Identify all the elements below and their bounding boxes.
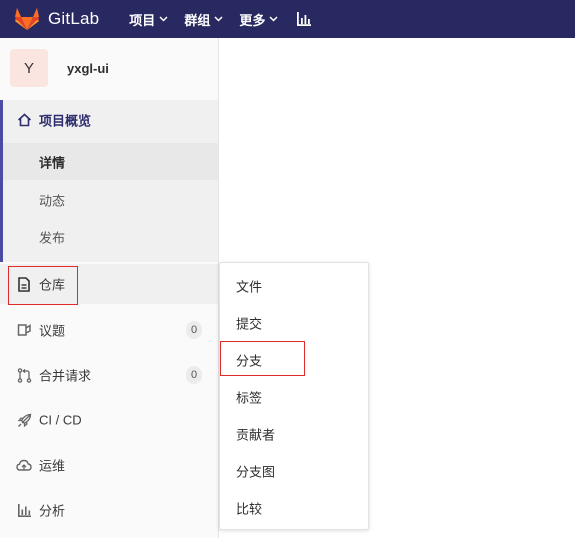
flyout-item-tags[interactable]: 标签 (220, 378, 368, 415)
sidebar-item-issues-label: 议题 (39, 323, 66, 339)
brand-name: GitLab (48, 9, 100, 28)
flyout-item-commits-label: 提交 (236, 316, 263, 331)
doc-icon (16, 276, 32, 292)
flyout-item-branches[interactable]: 分支 (220, 341, 368, 378)
bar-chart-icon (297, 12, 312, 26)
sidebar-subitem-releases[interactable]: 发布 (3, 218, 218, 255)
sidebar-item-ci-cd-label: CI / CD (39, 412, 82, 428)
nav-projects-dropdown[interactable]: 项目 (129, 10, 168, 29)
nav-more-label: 更多 (239, 12, 266, 28)
flyout-item-branches-label: 分支 (236, 353, 263, 368)
home-icon (16, 112, 32, 128)
cloud-icon (16, 457, 32, 473)
sidebar-subitem-releases-label: 发布 (39, 230, 66, 245)
top-navbar: GitLab 项目 群组 更多 (0, 0, 575, 38)
chevron-down-icon (269, 16, 278, 22)
activity-chart-button[interactable] (296, 11, 312, 27)
sidebar-item-operations[interactable]: 运维 (0, 445, 218, 485)
merge-request-icon (16, 367, 32, 383)
sidebar-subitem-activity-label: 动态 (39, 193, 66, 208)
sidebar-subitem-details-label: 详情 (39, 155, 66, 170)
sidebar-subitem-details[interactable]: 详情 (3, 143, 218, 180)
issues-icon (16, 322, 32, 338)
project-context-header[interactable]: Y yxgl-ui (0, 38, 218, 98)
sidebar-item-merge-requests-label: 合并请求 (39, 368, 92, 384)
project-sidebar: Y yxgl-ui 项目概览 详情 动态 发布 仓库 议题 0 合并请求 0 C… (0, 38, 219, 538)
nav-groups-label: 群组 (184, 12, 211, 28)
sidebar-item-operations-label: 运维 (39, 458, 66, 474)
sidebar-item-analytics-label: 分析 (39, 503, 66, 519)
flyout-item-contributors-label: 贡献者 (236, 427, 276, 442)
flyout-item-files[interactable]: 文件 (220, 267, 368, 304)
flyout-item-graph[interactable]: 分支图 (220, 452, 368, 489)
flyout-item-compare[interactable]: 比较 (220, 489, 368, 526)
repository-flyout-menu: 文件 提交 分支 标签 贡献者 分支图 比较 (219, 262, 369, 530)
project-overview-group: 项目概览 详情 动态 发布 (0, 100, 218, 262)
flyout-item-commits[interactable]: 提交 (220, 304, 368, 341)
flyout-item-contributors[interactable]: 贡献者 (220, 415, 368, 452)
gitlab-tanuki-icon (15, 8, 39, 30)
analytics-icon (16, 502, 32, 518)
nav-more-dropdown[interactable]: 更多 (239, 10, 278, 29)
chevron-down-icon (214, 16, 223, 22)
sidebar-item-issues[interactable]: 议题 0 (0, 310, 218, 350)
project-avatar: Y (10, 49, 48, 87)
issues-count-badge: 0 (186, 321, 202, 339)
chevron-down-icon (159, 16, 168, 22)
sidebar-item-overview-label: 项目概览 (39, 113, 92, 129)
flyout-item-compare-label: 比较 (236, 501, 263, 516)
flyout-item-graph-label: 分支图 (236, 464, 276, 479)
sidebar-item-repository-label: 仓库 (39, 277, 66, 293)
flyout-item-tags-label: 标签 (236, 390, 263, 405)
sidebar-item-ci-cd[interactable]: CI / CD (0, 400, 218, 440)
merge-requests-count-badge: 0 (186, 366, 202, 384)
sidebar-item-analytics[interactable]: 分析 (0, 490, 218, 530)
flyout-item-files-label: 文件 (236, 279, 263, 294)
gitlab-logo[interactable]: GitLab (14, 7, 99, 31)
nav-groups-dropdown[interactable]: 群组 (184, 10, 223, 29)
sidebar-item-overview[interactable]: 项目概览 (0, 100, 218, 140)
sidebar-item-merge-requests[interactable]: 合并请求 0 (0, 355, 218, 395)
sidebar-subitem-activity[interactable]: 动态 (3, 181, 218, 218)
sidebar-item-repository[interactable]: 仓库 (0, 264, 218, 304)
nav-projects-label: 项目 (129, 12, 156, 28)
project-name: yxgl-ui (67, 60, 109, 76)
rocket-icon (16, 412, 32, 428)
